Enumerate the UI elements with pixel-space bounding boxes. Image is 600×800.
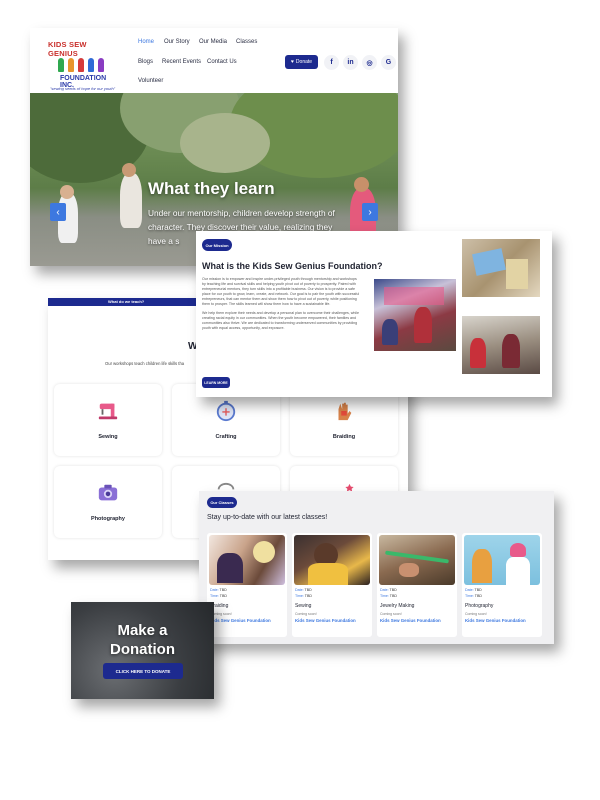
donation-title-line1: Make a — [117, 622, 168, 639]
tile-label: Crafting — [215, 434, 237, 440]
mission-card: Our Mission What is the Kids Sew Genius … — [196, 231, 552, 397]
mission-title: What is the Kids Sew Genius Foundation? — [202, 261, 383, 271]
instagram-icon[interactable]: ◎ — [362, 55, 377, 70]
facebook-icon[interactable]: f — [324, 55, 339, 70]
braiding-hand-icon — [338, 402, 352, 421]
nav-our-story[interactable]: Our Story — [164, 39, 190, 45]
classes-pill: Our Classes — [207, 497, 237, 508]
date-label: Date: — [210, 588, 219, 592]
class-image — [379, 535, 455, 585]
logo-tagline: "sewing seeds of hope for our youth" — [50, 86, 116, 91]
donation-card: Make a Donation CLICK HERE TO DONATE — [71, 602, 214, 699]
donate-button[interactable]: ♥ Donate — [285, 55, 318, 69]
hero-next-arrow[interactable]: › — [362, 203, 378, 221]
donate-label: Donate — [295, 59, 313, 65]
mission-pill: Our Mission — [202, 239, 232, 251]
craft-hoop-icon — [216, 400, 236, 422]
date-label: Date: — [465, 588, 474, 592]
time-value: TBD — [219, 594, 227, 598]
mission-paragraph-1: Our mission is to empower and inspire un… — [202, 277, 360, 306]
class-org-link[interactable]: Kids Sew Genius Foundation — [295, 618, 356, 623]
mission-photo-classroom — [374, 279, 456, 351]
mission-photo-crafts — [462, 239, 540, 297]
date-label: Date: — [295, 588, 304, 592]
donation-title: Make a Donation — [71, 621, 214, 659]
class-card-jewelry-making[interactable]: Date: TBD Time: TBD Jewelry Making Comin… — [377, 533, 457, 637]
time-label: Time: — [295, 594, 304, 598]
camera-icon — [98, 484, 118, 501]
class-org-link[interactable]: Kids Sew Genius Foundation — [380, 618, 441, 623]
heart-icon: ♥ — [290, 59, 294, 65]
time-label: Time: — [210, 594, 219, 598]
learn-more-button[interactable]: LEARN MORE — [202, 377, 230, 388]
class-image — [209, 535, 285, 585]
class-name: Jewelry Making — [380, 603, 415, 609]
time-value: TBD — [474, 594, 482, 598]
class-image — [294, 535, 370, 585]
class-image — [464, 535, 540, 585]
mission-body: Our mission is to empower and inspire un… — [202, 277, 360, 335]
nav-blogs[interactable]: Blogs — [138, 59, 153, 65]
coming-soon: Coming soon! — [465, 612, 487, 616]
tile-label: Sewing — [98, 434, 118, 440]
date-value: TBD — [389, 588, 397, 592]
google-icon[interactable]: G — [381, 55, 396, 70]
class-org-link[interactable]: Kids Sew Genius Foundation — [210, 618, 271, 623]
tile-sewing[interactable]: Sewing — [54, 384, 162, 456]
nav-classes[interactable]: Classes — [236, 39, 257, 45]
classes-card: Our Classes Stay up-to-date with our lat… — [199, 491, 554, 644]
hero-prev-arrow[interactable]: ‹ — [50, 203, 66, 221]
logo-kids-figures — [56, 54, 106, 74]
class-card-braiding[interactable]: Date: TBD Time: TBD Braiding Coming soon… — [207, 533, 287, 637]
time-label: Time: — [465, 594, 474, 598]
class-card-photography[interactable]: Date: TBD Time: TBD Photography Coming s… — [462, 533, 542, 637]
tile-label: Photography — [91, 516, 125, 522]
nav-contact-us[interactable]: Contact Us — [207, 59, 237, 65]
sewing-machine-icon — [98, 403, 118, 420]
nav-our-media[interactable]: Our Media — [199, 39, 227, 45]
nav-volunteer[interactable]: Volunteer — [138, 78, 163, 84]
class-org-link[interactable]: Kids Sew Genius Foundation — [465, 618, 526, 623]
nav-home[interactable]: Home — [138, 39, 154, 45]
coming-soon: Coming soon! — [295, 612, 317, 616]
donation-title-line2: Donation — [110, 641, 175, 658]
teach-tab-label[interactable]: What do we teach? — [108, 299, 144, 304]
class-name: Sewing — [295, 603, 312, 609]
mission-paragraph-2: We help them explore their needs and dev… — [202, 311, 359, 330]
date-value: TBD — [219, 588, 227, 592]
time-value: TBD — [389, 594, 397, 598]
linkedin-icon[interactable]: in — [343, 55, 358, 70]
tile-label: Braiding — [332, 434, 356, 440]
mission-photo-group — [462, 316, 540, 374]
click-to-donate-button[interactable]: CLICK HERE TO DONATE — [103, 663, 183, 679]
date-label: Date: — [380, 588, 389, 592]
time-value: TBD — [304, 594, 312, 598]
time-label: Time: — [380, 594, 389, 598]
class-name: Photography — [465, 603, 494, 609]
class-card-sewing[interactable]: Date: TBD Time: TBD Sewing Coming soon! … — [292, 533, 372, 637]
date-value: TBD — [474, 588, 482, 592]
tile-photography[interactable]: Photography — [54, 466, 162, 538]
date-value: TBD — [304, 588, 312, 592]
site-logo[interactable]: KIDS SEW GENIUS FOUNDATION INC. "sewing … — [44, 36, 116, 94]
teach-text: Our workshops teach children life skills… — [105, 361, 185, 366]
nav-recent-events[interactable]: Recent Events — [162, 59, 201, 65]
hero-title: What they learn — [148, 179, 275, 198]
classes-title: Stay up-to-date with our latest classes! — [207, 514, 328, 521]
coming-soon: Coming soon! — [380, 612, 402, 616]
